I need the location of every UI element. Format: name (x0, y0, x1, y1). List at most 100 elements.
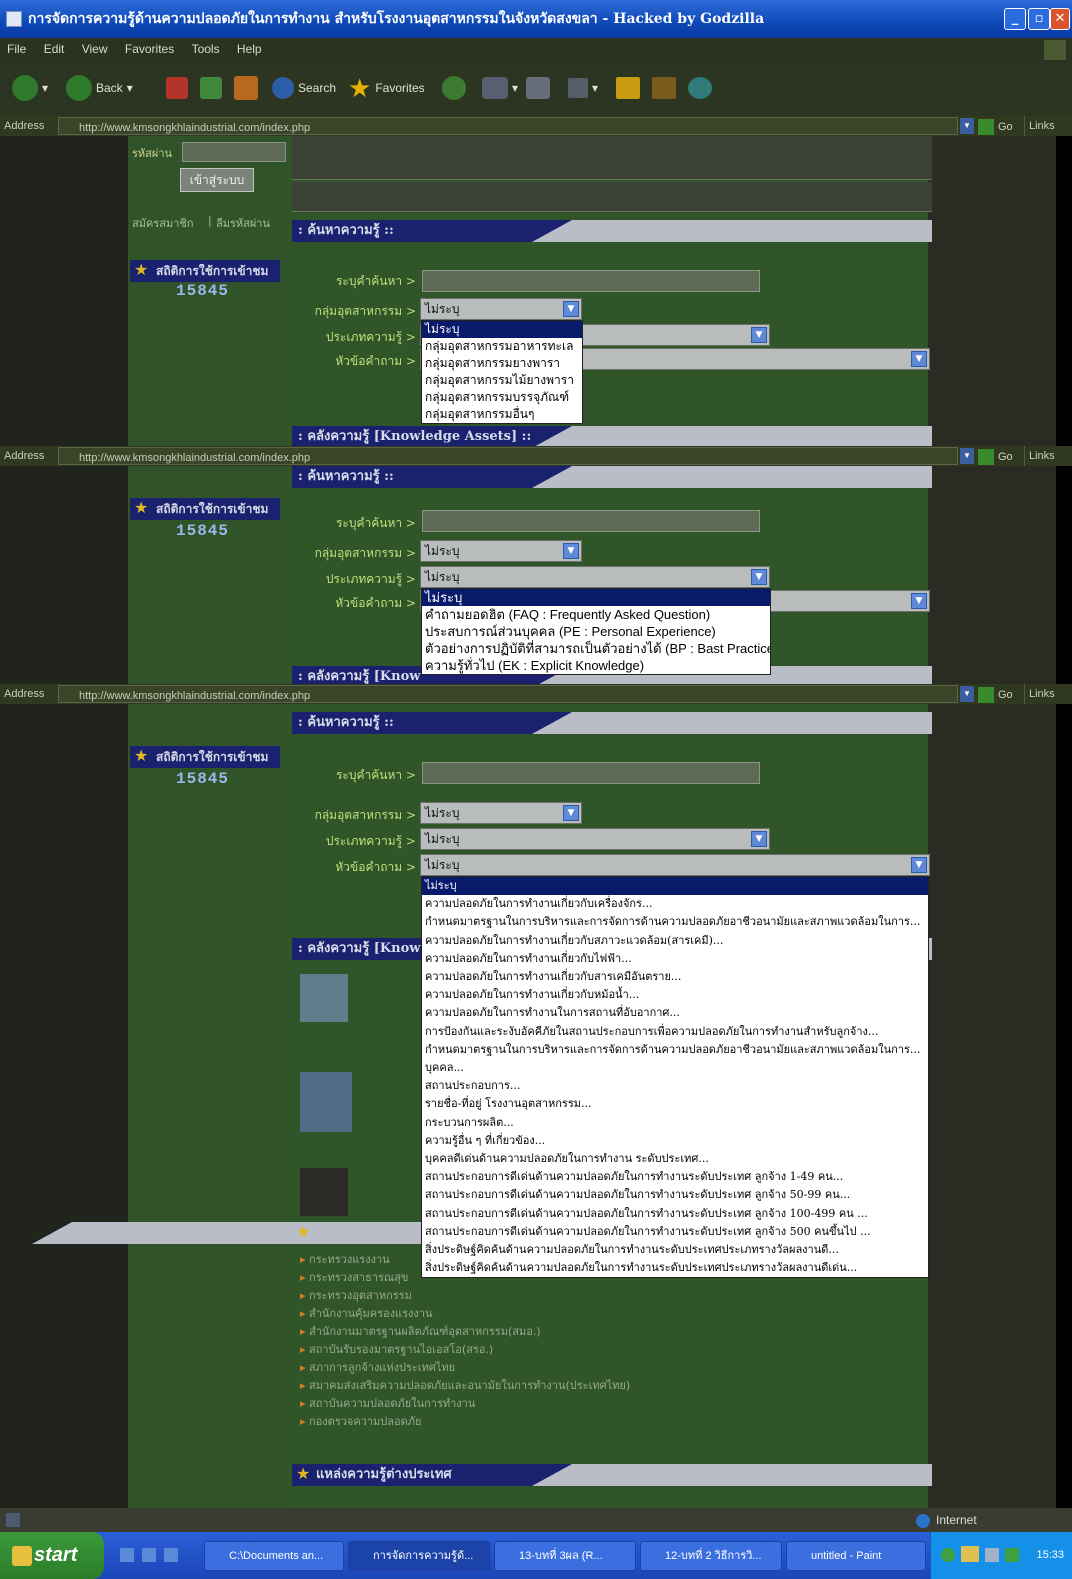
forgot-password-link[interactable]: ลืมรหัสผ่าน (216, 214, 270, 232)
asset-thumbnail[interactable] (300, 1072, 352, 1132)
address-input[interactable]: http://www.kmsongkhlaindustrial.com/inde… (58, 447, 958, 465)
menu-file[interactable]: File (0, 38, 33, 60)
minimize-button[interactable]: _ (1004, 8, 1026, 30)
maximize-button[interactable]: ▫ (1028, 8, 1050, 30)
group-option[interactable]: กลุ่มอุตสาหกรรมยางพารา (422, 355, 582, 372)
favorites-button[interactable]: ★ Favorites (348, 72, 425, 104)
topic-option[interactable]: สถานประกอบการดีเด่นด้านความปลอดภัยในการท… (422, 1186, 928, 1204)
quicklaunch-icon[interactable] (164, 1548, 178, 1562)
address-dropdown-icon[interactable]: ▼ (960, 686, 974, 702)
address-input[interactable]: http://www.kmsongkhlaindustrial.com/inde… (58, 117, 958, 135)
asset-thumbnail[interactable] (300, 974, 348, 1022)
menu-tools[interactable]: Tools (185, 38, 227, 60)
topic-option[interactable]: กำหนดมาตรฐานในการบริหารและการจัดการด้านค… (422, 1041, 928, 1059)
source-link[interactable]: กระทรวงแรงงาน (300, 1250, 390, 1268)
source-link[interactable]: สถาบันความปลอดภัยในการทำงาน (300, 1394, 475, 1412)
folder-button[interactable] (616, 72, 640, 104)
source-link[interactable]: สภาการลูกจ้างแห่งประเทศไทย (300, 1358, 455, 1376)
quicklaunch-icon[interactable] (142, 1548, 156, 1562)
back-button[interactable]: Back ▾ (66, 72, 133, 104)
menu-favorites[interactable]: Favorites (118, 38, 181, 60)
go-button[interactable]: Go (978, 685, 1013, 705)
topic-option[interactable]: สิ่งประดิษฐ์คิดค้นด้านความปลอดภัยในการทำ… (422, 1241, 928, 1259)
quicklaunch-icon[interactable] (120, 1548, 134, 1562)
group-option[interactable]: ไม่ระบุ (422, 321, 582, 338)
edit-button[interactable]: ▾ (568, 72, 598, 104)
menu-view[interactable]: View (75, 38, 115, 60)
topic-option[interactable]: ความปลอดภัยในการทำงานเกี่ยวกับหม้อน้ำ... (422, 986, 928, 1004)
stop-button[interactable] (166, 72, 188, 104)
research-button[interactable] (652, 72, 676, 104)
topic-option[interactable]: กระบวนการผลิต... (422, 1114, 928, 1132)
group-select[interactable]: ไม่ระบุ ▼ (420, 540, 582, 562)
source-link[interactable]: กองตรวจความปลอดภัย (300, 1412, 421, 1430)
menu-edit[interactable]: Edit (37, 38, 72, 60)
source-link[interactable]: สำนักงานคุ้มครองแรงงาน (300, 1304, 432, 1322)
search-button[interactable]: Search (272, 72, 336, 104)
topic-option[interactable]: สถานประกอบการดีเด่นด้านความปลอดภัยในการท… (422, 1205, 928, 1223)
mail-button[interactable]: ▾ (482, 72, 518, 104)
taskbar-button-explorer[interactable]: C:\Documents an... (204, 1541, 344, 1571)
forward-button[interactable]: ▾ (12, 72, 48, 104)
keyword-input[interactable] (422, 270, 760, 292)
address-dropdown-icon[interactable]: ▼ (960, 118, 974, 134)
go-button[interactable]: Go (978, 117, 1013, 137)
topic-option[interactable]: สถานประกอบการดีเด่นด้านความปลอดภัยในการท… (422, 1168, 928, 1186)
asset-thumbnail[interactable] (300, 1168, 348, 1216)
tray-icon[interactable] (1005, 1548, 1019, 1562)
topic-option[interactable]: สถานประกอบการดีเด่นด้านความปลอดภัยในการท… (422, 1223, 928, 1241)
menu-help[interactable]: Help (230, 38, 269, 60)
type-option[interactable]: ไม่ระบุ (422, 589, 770, 606)
topic-option[interactable]: กำหนดมาตรฐานในการบริหารและการจัดการด้านค… (422, 913, 928, 931)
messenger-button[interactable] (688, 72, 712, 104)
register-link[interactable]: สมัครสมาชิก (132, 214, 194, 232)
links-button[interactable]: Links (1024, 684, 1055, 704)
refresh-button[interactable] (200, 72, 222, 104)
tray-icon[interactable] (941, 1548, 955, 1562)
group-option[interactable]: กลุ่มอุตสาหกรรมอาหารทะเล (422, 338, 582, 355)
source-link[interactable]: กระทรวงสาธารณสุข (300, 1268, 408, 1286)
group-option[interactable]: กลุ่มอุตสาหกรรมอื่นๆ (422, 406, 582, 423)
topic-option[interactable]: ความปลอดภัยในการทำงานในการสถานที่อับอากา… (422, 1004, 928, 1022)
group-select[interactable]: ไม่ระบุ ▼ (420, 802, 582, 824)
taskbar-button-word[interactable]: 13-บทที่ 3ผล (R... (494, 1541, 636, 1571)
type-option[interactable]: คำถามยอดฮิต (FAQ : Frequently Asked Ques… (422, 606, 770, 623)
type-option[interactable]: ตัวอย่างการปฏิบัติที่สามารถเป็นตัวอย่างไ… (422, 640, 770, 657)
print-button[interactable] (526, 72, 550, 104)
topic-option[interactable]: บุคคล... (422, 1059, 928, 1077)
topic-option[interactable]: สิ่งประดิษฐ์คิดค้นด้านความปลอดภัยในการทำ… (422, 1259, 928, 1277)
topic-option[interactable]: ความปลอดภัยในการทำงานเกี่ยวกับไฟฟ้า... (422, 950, 928, 968)
topic-option[interactable]: ความรู้อื่น ๆ ที่เกี่ยวข้อง... (422, 1132, 928, 1150)
group-option[interactable]: กลุ่มอุตสาหกรรมบรรจุภัณฑ์ (422, 389, 582, 406)
type-select[interactable]: ไม่ระบุ ▼ (420, 828, 770, 850)
links-button[interactable]: Links (1024, 446, 1055, 466)
type-option[interactable]: ความรู้ทั่วไป (EK : Explicit Knowledge) (422, 657, 770, 674)
topic-option[interactable]: ความปลอดภัยในการทำงานเกี่ยวกับเครื่องจัก… (422, 895, 928, 913)
keyword-input[interactable] (422, 510, 760, 532)
topic-option[interactable]: ความปลอดภัยในการทำงานเกี่ยวกับสภาวะแวดล้… (422, 932, 928, 950)
password-input[interactable] (182, 142, 286, 162)
type-select[interactable]: ไม่ระบุ ▼ (420, 566, 770, 588)
group-option[interactable]: กลุ่มอุตสาหกรรมไม้ยางพารา (422, 372, 582, 389)
topic-option[interactable]: ไม่ระบุ (422, 877, 928, 896)
source-link[interactable]: สถาบันรับรองมาตรฐานไอเอสโอ(สรอ.) (300, 1340, 493, 1358)
topic-option[interactable]: ความปลอดภัยในการทำงานเกี่ยวกับสารเคมีอัน… (422, 968, 928, 986)
login-button[interactable]: เข้าสู่ระบบ (180, 168, 254, 192)
go-button[interactable]: Go (978, 447, 1013, 467)
source-link[interactable]: สมาคมส่งเสริมความปลอดภัยและอนามัยในการทำ… (300, 1376, 630, 1394)
source-link[interactable]: กระทรวงอุตสาหกรรม (300, 1286, 412, 1304)
history-button[interactable] (442, 72, 466, 104)
taskbar-button-paint[interactable]: untitled - Paint (786, 1541, 926, 1571)
topic-select[interactable]: ไม่ระบุ ▼ (420, 854, 930, 876)
links-button[interactable]: Links (1024, 116, 1055, 136)
keyword-input[interactable] (422, 762, 760, 784)
topic-option[interactable]: การป้องกันและระงับอัคคีภัยในสถานประกอบกา… (422, 1023, 928, 1041)
topic-option[interactable]: รายชื่อ-ที่อยู่ โรงงานอุตสาหกรรม... (422, 1095, 928, 1113)
address-input[interactable]: http://www.kmsongkhlaindustrial.com/inde… (58, 685, 958, 703)
close-button[interactable]: ✕ (1050, 8, 1070, 30)
topic-option[interactable]: บุคคลดีเด่นด้านความปลอดภัยในการทำงาน ระด… (422, 1150, 928, 1168)
topic-option[interactable]: สถานประกอบการ... (422, 1077, 928, 1095)
taskbar-button-word[interactable]: 12-บทที่ 2 วิธีการวิ... (640, 1541, 782, 1571)
source-link[interactable]: สำนักงานมาตรฐานผลิตภัณฑ์อุตสาหกรรม(สมอ.) (300, 1322, 541, 1340)
type-option[interactable]: ประสบการณ์ส่วนบุคคล (PE : Personal Exper… (422, 623, 770, 640)
